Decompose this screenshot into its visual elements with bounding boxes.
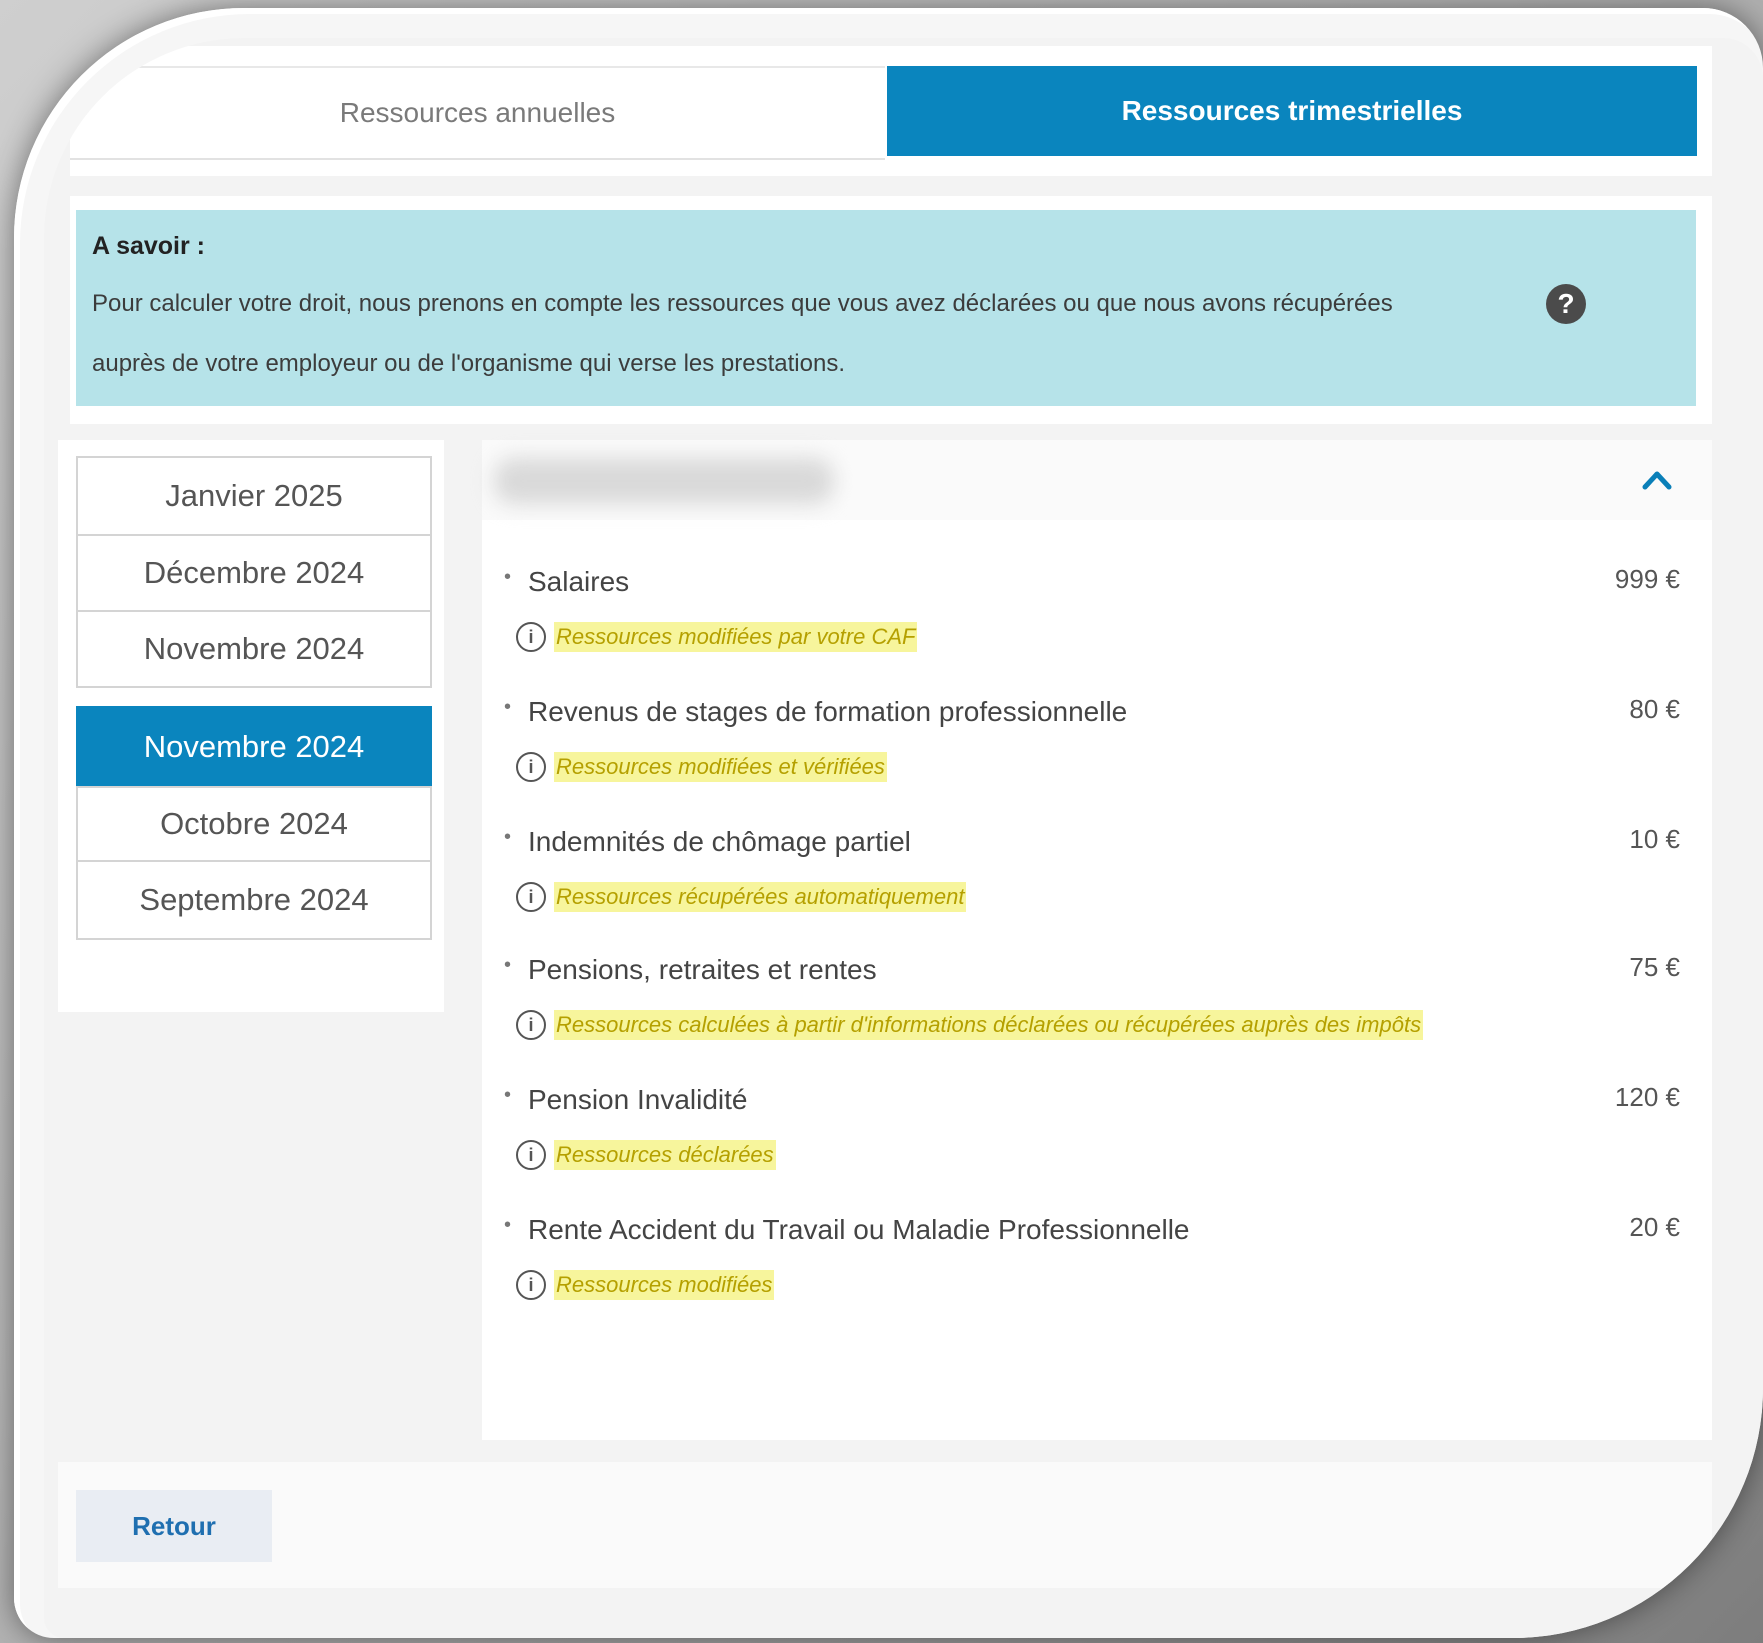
bullet: •: [504, 954, 512, 976]
bullet: •: [504, 826, 512, 848]
info-title: A savoir :: [92, 232, 206, 260]
resource-note: i Ressources déclarées: [516, 1140, 776, 1170]
resource-note: i Ressources modifiées et vérifiées: [516, 752, 887, 782]
footer: Retour: [58, 1462, 1712, 1588]
resource-note: i Ressources modifiées par votre CAF: [516, 622, 918, 652]
info-circle-icon: i: [516, 1010, 546, 1040]
screen: Ressources annuelles Ressources trimestr…: [44, 38, 1763, 1638]
resource-amount: 120 €: [1614, 1082, 1680, 1112]
month-item[interactable]: Novembre 2024: [76, 610, 432, 688]
question-circle-icon[interactable]: ?: [1546, 284, 1586, 324]
resource-amount: 999 €: [1614, 564, 1680, 594]
bullet: •: [504, 566, 512, 588]
bullet: •: [504, 1084, 512, 1106]
resource-note: i Ressources calculées à partir d'informa…: [516, 1010, 1424, 1040]
info-text-line-1: Pour calculer votre droit, nous prenons …: [92, 290, 1393, 317]
blurred-title: [494, 458, 834, 504]
month-item[interactable]: Septembre 2024: [76, 860, 432, 940]
info-circle-icon: i: [516, 752, 546, 782]
info-circle-icon: i: [516, 1140, 546, 1170]
resource-label: Rente Accident du Travail ou Maladie Pro…: [528, 1214, 1190, 1245]
resource-label: Pension Invalidité: [528, 1084, 748, 1115]
month-item[interactable]: Octobre 2024: [76, 786, 432, 862]
resource-row: • Rente Accident du Travail ou Maladie Pr…: [504, 1212, 1694, 1344]
resource-note-text: Ressources récupérées automatiquement: [554, 882, 967, 912]
resource-note-text: Ressources modifiées et vérifiées: [554, 752, 887, 782]
resource-note-text: Ressources modifiées: [554, 1270, 775, 1300]
resource-amount: 20 €: [1629, 1212, 1680, 1242]
info-circle-icon: i: [516, 622, 546, 652]
back-button[interactable]: Retour: [76, 1490, 272, 1562]
info-text-line-2: auprès de votre employeur ou de l'organi…: [92, 350, 845, 377]
resource-amount: 10 €: [1629, 824, 1680, 854]
info-circle-icon: i: [516, 882, 546, 912]
info-circle-icon: i: [516, 1270, 546, 1300]
resource-note-text: Ressources calculées à partir d'informat…: [554, 1010, 1424, 1040]
info-box: A savoir : Pour calculer votre droit, no…: [76, 210, 1696, 406]
page-content: Ressources annuelles Ressources trimestr…: [44, 38, 1763, 1638]
resource-label: Revenus de stages de formation professio…: [528, 696, 1128, 727]
bullet: •: [504, 1214, 512, 1236]
tabs-bar: Ressources annuelles Ressources trimestr…: [70, 46, 1712, 176]
month-item-selected[interactable]: Novembre 2024: [76, 706, 432, 788]
month-item[interactable]: Janvier 2025: [76, 456, 432, 536]
resource-label: Salaires: [528, 566, 630, 597]
resource-row: • Revenus de stages de formation professi…: [504, 694, 1694, 826]
resource-note-text: Ressources déclarées: [554, 1140, 776, 1170]
month-item[interactable]: Décembre 2024: [76, 534, 432, 612]
resource-row: • Pension Invalidité 120 € i Ressources dé…: [504, 1082, 1694, 1214]
screen-bezel: Ressources annuelles Ressources trimestr…: [14, 8, 1763, 1638]
chevron-up-icon[interactable]: [1642, 468, 1672, 490]
resource-row: • Salaires 999 € i Ressources modifiées pa…: [504, 564, 1694, 696]
resource-label: Pensions, retraites et rentes: [528, 954, 877, 985]
resource-row: • Pensions, retraites et rentes 75 € i Res…: [504, 952, 1694, 1084]
info-section: A savoir : Pour calculer votre droit, no…: [70, 196, 1712, 424]
tab-annual-resources[interactable]: Ressources annuelles: [70, 66, 885, 160]
resource-label: Indemnités de chômage partiel: [528, 826, 911, 857]
month-list: Janvier 2025 Décembre 2024 Novembre 2024…: [58, 440, 444, 1012]
bullet: •: [504, 696, 512, 718]
resource-amount: 75 €: [1629, 952, 1680, 982]
resource-note: i Ressources modifiées: [516, 1270, 775, 1300]
resources-header[interactable]: [482, 440, 1712, 520]
tab-quarterly-resources[interactable]: Ressources trimestrielles: [887, 66, 1697, 156]
resource-note-text: Ressources modifiées par votre CAF: [554, 622, 918, 652]
resource-row: • Indemnités de chômage partiel 10 € i Res…: [504, 824, 1694, 956]
resources-panel: • Salaires 999 € i Ressources modifiées pa…: [482, 440, 1712, 1440]
resource-note: i Ressources récupérées automatiquement: [516, 882, 967, 912]
resource-amount: 80 €: [1629, 694, 1680, 724]
